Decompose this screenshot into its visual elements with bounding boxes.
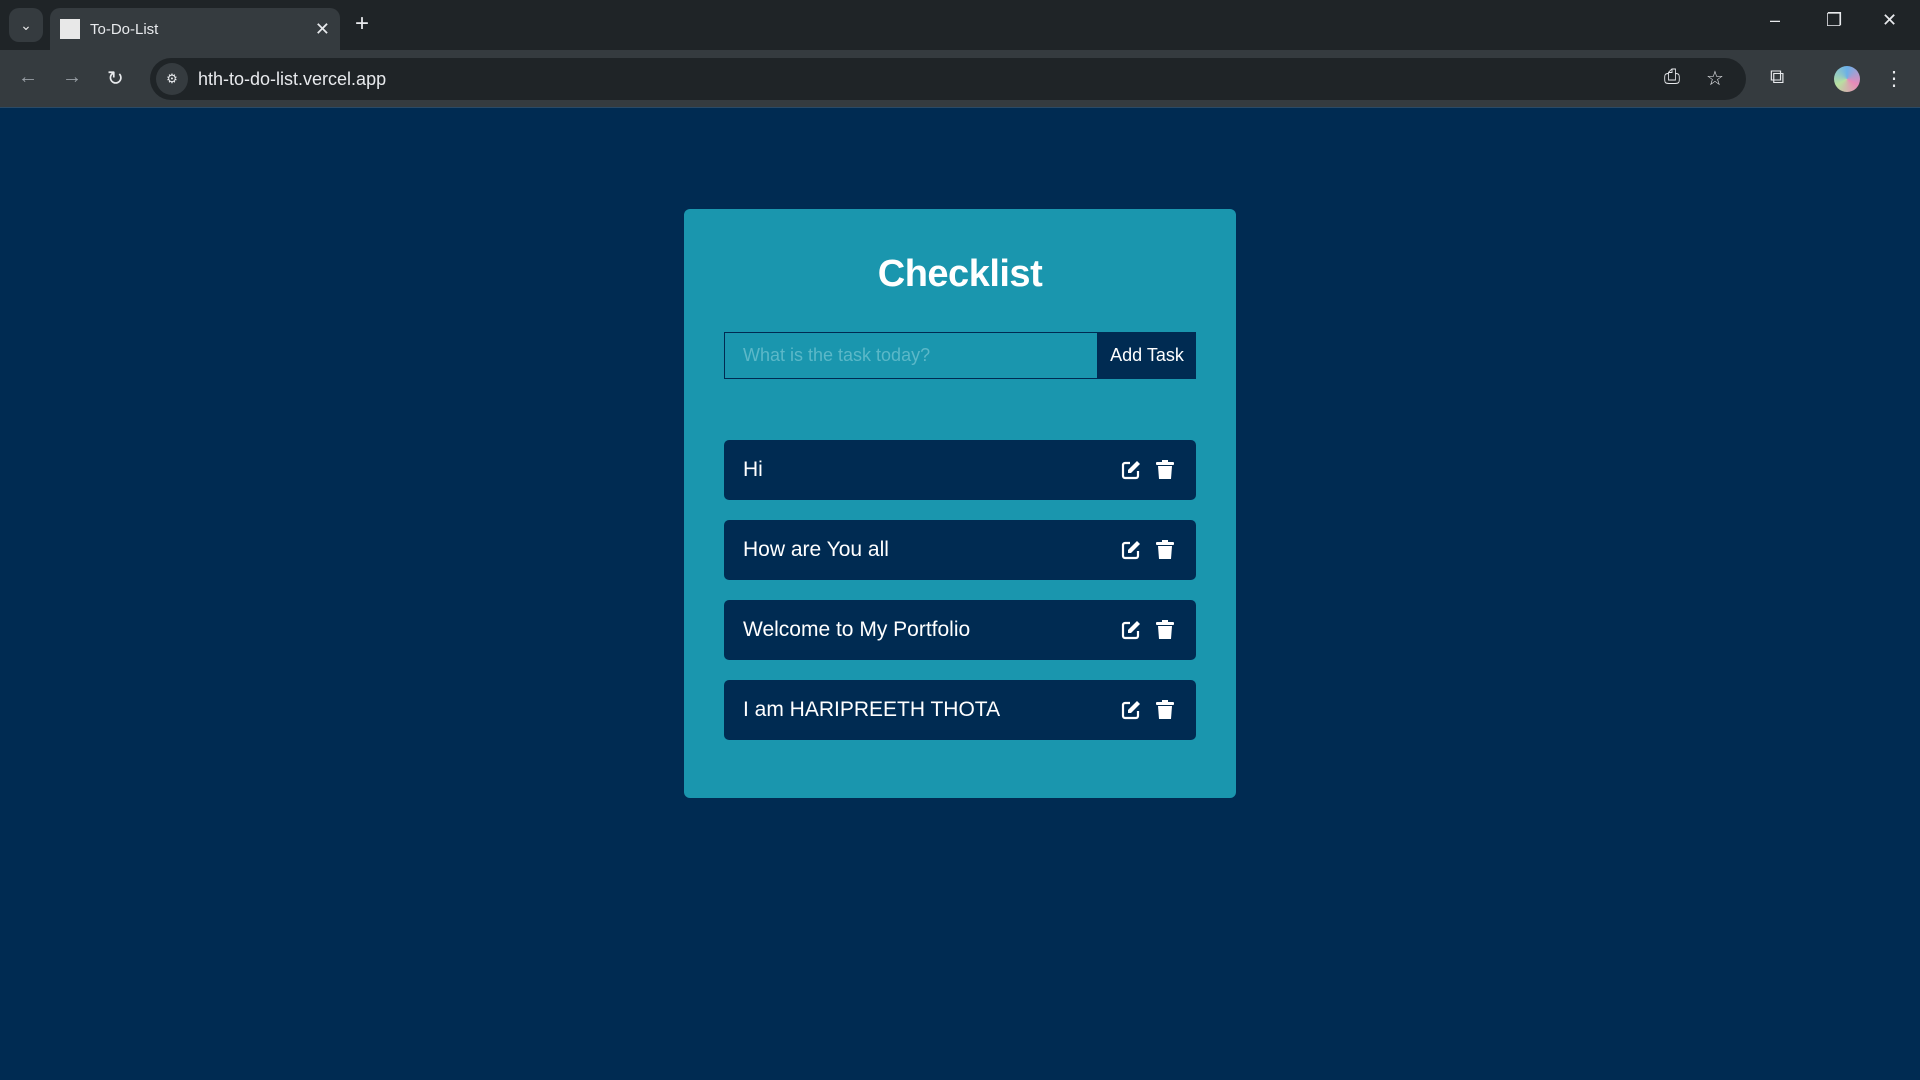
task-item: I am HARIPREETH THOTA — [724, 680, 1196, 740]
favicon-icon — [60, 19, 80, 39]
new-tab-button[interactable]: + — [355, 10, 369, 38]
page-title: Checklist — [877, 253, 1043, 295]
task-input[interactable] — [724, 332, 1098, 379]
install-app-icon[interactable]: ⎙ — [1664, 66, 1680, 89]
task-text: Welcome to My Portfolio — [743, 618, 971, 641]
site-info-icon[interactable]: ⚙ — [156, 63, 188, 95]
task-text: Hi — [743, 458, 763, 481]
extensions-icon[interactable]: ⧉ — [1770, 66, 1784, 89]
profile-avatar[interactable] — [1834, 66, 1860, 92]
menu-icon[interactable]: ⋮ — [1884, 66, 1904, 91]
browser-tab-bar: ⌄ To-Do-List ✕ + – ❐ ✕ — [0, 0, 1920, 50]
minimize-icon[interactable]: – — [1770, 10, 1780, 31]
forward-icon[interactable]: → — [62, 66, 82, 89]
task-text: How are You all — [743, 538, 889, 561]
url-text[interactable]: hth-to-do-list.vercel.app — [198, 69, 386, 90]
task-item: Welcome to My Portfolio — [724, 600, 1196, 660]
edit-icon[interactable] — [1119, 698, 1143, 722]
add-task-button[interactable]: Add Task — [1098, 332, 1196, 379]
edit-icon[interactable] — [1119, 618, 1143, 642]
trash-icon[interactable] — [1153, 698, 1177, 722]
edit-icon[interactable] — [1119, 538, 1143, 562]
tab-close-icon[interactable]: ✕ — [315, 19, 330, 40]
trash-icon[interactable] — [1153, 618, 1177, 642]
task-text: I am HARIPREETH THOTA — [743, 698, 1001, 721]
trash-icon[interactable] — [1153, 458, 1177, 482]
tab-title: To-Do-List — [90, 20, 159, 38]
reload-icon[interactable]: ↻ — [107, 66, 124, 91]
back-icon[interactable]: ← — [18, 66, 38, 89]
tab-search-button[interactable]: ⌄ — [9, 8, 43, 42]
trash-icon[interactable] — [1153, 538, 1177, 562]
checklist-card: Checklist Add Task Hi How are You all We… — [684, 209, 1236, 798]
close-window-icon[interactable]: ✕ — [1882, 10, 1897, 31]
bookmark-star-icon[interactable]: ☆ — [1706, 66, 1724, 91]
restore-icon[interactable]: ❐ — [1826, 10, 1842, 31]
address-bar[interactable]: ⚙ hth-to-do-list.vercel.app — [150, 58, 1746, 100]
edit-icon[interactable] — [1119, 458, 1143, 482]
browser-toolbar: ← → ↻ ⚙ hth-to-do-list.vercel.app ⎙ ☆ ⧉ … — [0, 50, 1920, 108]
browser-tab[interactable]: To-Do-List ✕ — [50, 8, 340, 50]
task-item: How are You all — [724, 520, 1196, 580]
task-item: Hi — [724, 440, 1196, 500]
